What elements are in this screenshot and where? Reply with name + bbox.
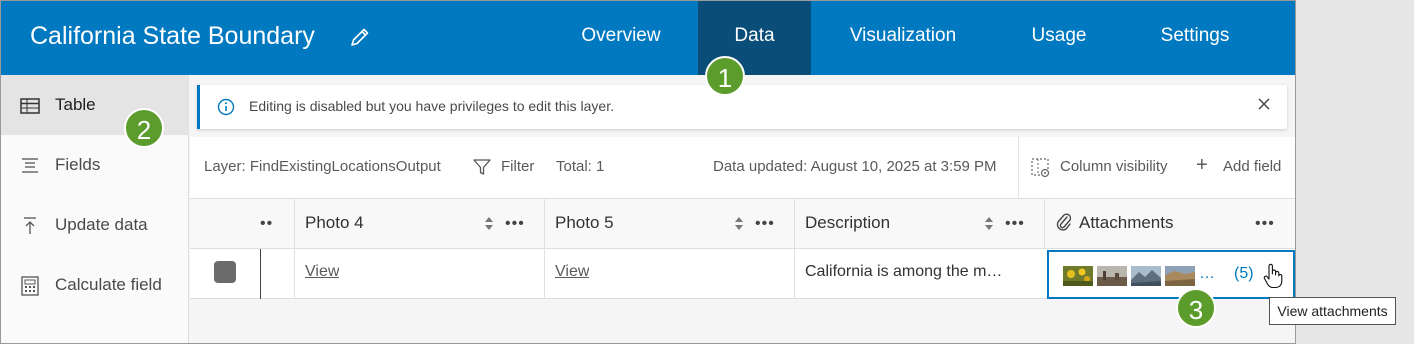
view-link[interactable]: View: [555, 263, 589, 281]
more-icon[interactable]: •••: [1255, 215, 1275, 232]
sort-icon[interactable]: [733, 215, 745, 232]
toolbar-divider: [1018, 137, 1019, 199]
sidebar-item-update-data[interactable]: Update data: [1, 195, 189, 255]
notice-text: Editing is disabled but you have privile…: [249, 98, 614, 114]
column-label: Photo 4: [305, 213, 364, 232]
column-divider: [260, 249, 261, 299]
table-header: •• Photo 4 ••• Photo 5 ••• Description •…: [190, 199, 1295, 249]
sidebar-item-label: Update data: [55, 215, 148, 234]
description-text: California is among the m…: [805, 263, 1003, 280]
cell-description: California is among the m…: [794, 249, 1044, 299]
row-select-checkbox[interactable]: [214, 261, 236, 283]
view-attachments-tooltip: View attachments: [1269, 297, 1396, 325]
column-header-description[interactable]: Description •••: [794, 199, 1044, 249]
column-label: Description: [805, 213, 891, 232]
app-frame: California State Boundary Overview Data …: [0, 0, 1296, 344]
tab-usage[interactable]: Usage: [1009, 1, 1109, 75]
column-header-attachments[interactable]: Attachments •••: [1044, 199, 1295, 249]
more-icon[interactable]: •••: [755, 215, 775, 232]
attachments-cell[interactable]: … (5): [1047, 250, 1295, 299]
cell-photo-5: View: [544, 249, 794, 299]
table-row[interactable]: View View California is among the m… … (…: [190, 249, 1295, 299]
column-visibility-button[interactable]: Column visibility: [1060, 158, 1168, 175]
filter-icon[interactable]: [472, 157, 492, 177]
tab-overview[interactable]: Overview: [553, 1, 689, 75]
more-icon[interactable]: ••: [260, 215, 276, 232]
sidebar-item-label: Fields: [55, 155, 101, 174]
left-sidebar: Table Fields Update data Calculate field: [1, 75, 189, 343]
more-icon[interactable]: •••: [505, 215, 525, 232]
calculator-icon: [21, 276, 39, 296]
sidebar-item-label: Calculate field: [55, 275, 162, 294]
sidebar-item-fields[interactable]: Fields: [1, 135, 189, 195]
paperclip-icon: [1056, 213, 1072, 231]
tab-visualization[interactable]: Visualization: [821, 1, 985, 75]
column-visibility-icon[interactable]: [1030, 157, 1052, 179]
filter-button[interactable]: Filter: [501, 158, 534, 175]
callout-badge-3: 3: [1176, 288, 1216, 328]
sort-icon[interactable]: [483, 215, 495, 232]
data-updated: Data updated: August 10, 2025 at 3:59 PM: [713, 158, 997, 175]
column-label: Attachments: [1079, 213, 1174, 232]
table-icon: [20, 98, 40, 114]
callout-badge-1: 1: [705, 56, 745, 96]
more-attachments[interactable]: …: [1199, 265, 1215, 283]
sort-icon[interactable]: [983, 215, 995, 232]
cell-photo-4: View: [294, 249, 544, 299]
callout-badge-2: 2: [124, 108, 164, 148]
info-icon: [217, 98, 235, 116]
column-header-photo-5[interactable]: Photo 5 •••: [544, 199, 794, 249]
page-title: California State Boundary: [30, 22, 315, 50]
more-icon[interactable]: •••: [1005, 215, 1025, 232]
plus-icon[interactable]: +: [1196, 154, 1208, 177]
attachment-thumbnail[interactable]: [1097, 266, 1127, 286]
top-header: California State Boundary Overview Data …: [1, 1, 1295, 75]
view-link[interactable]: View: [305, 263, 339, 281]
hand-cursor-icon: [1263, 263, 1283, 289]
total-count: Total: 1: [556, 158, 605, 175]
sidebar-item-calculate-field[interactable]: Calculate field: [1, 255, 189, 315]
layer-name: Layer: FindExistingLocationsOutput: [204, 158, 441, 175]
column-header-photo-4[interactable]: Photo 4 •••: [294, 199, 544, 249]
pencil-icon[interactable]: [349, 26, 371, 48]
close-icon[interactable]: [1257, 97, 1271, 111]
table-toolbar: Layer: FindExistingLocationsOutput Filte…: [190, 137, 1295, 199]
editing-disabled-notice: Editing is disabled but you have privile…: [197, 85, 1287, 129]
tab-settings[interactable]: Settings: [1136, 1, 1254, 75]
attachment-thumbnail[interactable]: [1063, 266, 1093, 286]
attachments-count[interactable]: (5): [1234, 265, 1254, 283]
column-label: Photo 5: [555, 213, 614, 232]
attachment-thumbnail[interactable]: [1131, 266, 1161, 286]
add-field-button[interactable]: Add field: [1223, 158, 1281, 175]
upload-icon: [24, 217, 36, 234]
sidebar-item-label: Table: [55, 95, 96, 114]
fields-icon: [22, 158, 38, 173]
attachment-thumbnail[interactable]: [1165, 266, 1195, 286]
